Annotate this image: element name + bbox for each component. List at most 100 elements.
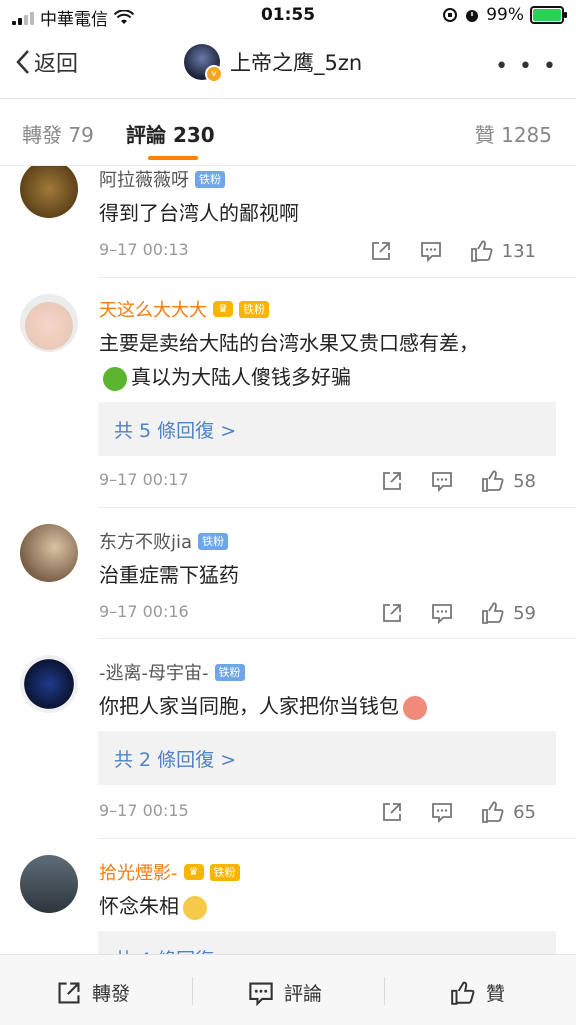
comment-actions: 59 — [381, 602, 536, 624]
like-count: 131 — [501, 240, 536, 262]
repost-button[interactable]: 轉發 — [56, 979, 130, 1006]
avatar[interactable] — [20, 655, 78, 713]
share-icon — [58, 981, 80, 1004]
comment-text: 治重症需下猛药 — [99, 563, 239, 587]
tab-likes[interactable]: 贊 1285 — [475, 119, 552, 148]
like-button[interactable]: 59 — [481, 602, 536, 624]
comment-text: 得到了台湾人的鄙视啊 — [99, 201, 299, 225]
thumbs-up-icon — [451, 981, 475, 1005]
replies-expander[interactable]: 共 2 條回復 > — [98, 731, 556, 785]
comment-meta: 9–17 00:13 131 — [99, 240, 556, 264]
reply-icon[interactable] — [431, 602, 453, 624]
comment-user[interactable]: 阿拉薇薇呀 铁粉 — [99, 166, 225, 192]
tab-comments[interactable]: 評論 230 — [126, 119, 215, 148]
frog-emoji-icon — [103, 366, 127, 391]
fan-badge: 铁粉 — [214, 663, 245, 681]
status-right: 99% — [442, 5, 567, 25]
thumbs-up-icon — [482, 801, 504, 823]
divider — [384, 977, 385, 1005]
comment-icon — [249, 981, 273, 1006]
like-button[interactable]: 58 — [481, 470, 536, 492]
reply-icon[interactable] — [431, 470, 453, 492]
share-icon[interactable] — [381, 602, 403, 624]
fan-badge: 铁粉 — [239, 300, 269, 318]
like-button[interactable]: 贊 — [450, 979, 505, 1006]
comment-text: 主要是卖给大陆的台湾水果又贵口感有差， 真以为大陆人傻钱多好骗 — [99, 326, 556, 394]
replies-expander[interactable]: 共 5 條回復 > — [98, 402, 556, 456]
battery-percent: 99% — [486, 5, 524, 25]
user-name[interactable]: 拾光煙影- — [99, 859, 178, 885]
crying-emoji-icon — [183, 895, 207, 920]
comment-label: 評論 — [284, 983, 323, 1005]
comment-actions: 131 — [370, 240, 536, 262]
comment-meta: 9–17 00:17 58 — [99, 470, 556, 494]
share-icon[interactable] — [370, 240, 392, 262]
comment-item: 拾光煙影- ♛ 铁粉 怀念朱相 共 4 條回復 > — [0, 839, 576, 954]
comment-time: 9–17 00:16 — [99, 602, 189, 621]
bottom-action-bar: 轉發 評論 贊 — [0, 954, 576, 1025]
comment-actions: 58 — [381, 470, 536, 492]
thumbs-up-icon — [470, 240, 493, 262]
rotation-lock-icon — [443, 8, 458, 22]
comment-user[interactable]: 东方不败jia 铁粉 — [99, 528, 229, 554]
thumbs-up-icon — [482, 470, 504, 492]
avatar[interactable] — [20, 855, 78, 913]
avatar[interactable] — [20, 524, 78, 582]
like-button[interactable]: 65 — [481, 801, 536, 823]
fan-badge: 铁粉 — [195, 170, 225, 188]
share-icon[interactable] — [381, 470, 403, 492]
comment-user[interactable]: -逃离-母宇宙- 铁粉 — [99, 659, 245, 685]
share-icon[interactable] — [381, 801, 403, 823]
author-avatar[interactable]: v — [184, 44, 223, 83]
comment-text: 你把人家当同胞，人家把你当钱包 — [99, 689, 556, 723]
divider — [192, 977, 193, 1005]
like-count: 58 — [513, 470, 536, 492]
avatar[interactable] — [20, 294, 78, 352]
comment-time: 9–17 00:15 — [99, 801, 189, 820]
back-label: 返回 — [34, 52, 79, 77]
comment-text-content: 你把人家当同胞，人家把你当钱包 — [99, 694, 399, 718]
battery-icon — [530, 6, 567, 24]
replies-link[interactable]: 共 5 條回復 > — [114, 416, 236, 443]
active-tab-indicator — [148, 156, 198, 160]
comment-text: 怀念朱相 — [99, 889, 556, 923]
thumbs-up-icon — [482, 602, 504, 624]
user-name[interactable]: 阿拉薇薇呀 — [99, 166, 189, 192]
replies-link[interactable]: 共 2 條回復 > — [114, 745, 236, 772]
comment-item: -逃离-母宇宙- 铁粉 你把人家当同胞，人家把你当钱包 共 2 條回復 > 9–… — [0, 639, 576, 839]
author-name[interactable]: 上帝之鹰_5zn — [230, 47, 362, 77]
comment-text-content: 怀念朱相 — [99, 894, 179, 918]
status-bar: 中華電信 01:55 99% — [0, 0, 576, 32]
comment-item: 东方不败jia 铁粉 治重症需下猛药 9–17 00:16 59 — [0, 508, 576, 639]
reply-icon[interactable] — [420, 240, 442, 262]
verified-badge-icon: v — [205, 65, 223, 83]
comment-user[interactable]: 拾光煙影- ♛ 铁粉 — [99, 859, 240, 885]
back-button[interactable]: 返回 — [16, 46, 78, 78]
comment-button[interactable]: 評論 — [248, 979, 322, 1006]
user-name[interactable]: -逃离-母宇宙- — [99, 659, 209, 685]
like-count: 59 — [513, 602, 536, 624]
tab-repost[interactable]: 轉發 79 — [22, 119, 94, 148]
comment-line-2-text: 真以为大陆人傻钱多好骗 — [131, 365, 351, 389]
more-options-icon[interactable]: • • • — [495, 54, 558, 79]
avatar[interactable] — [20, 166, 78, 218]
user-name[interactable]: 天这么大大大 — [99, 296, 207, 322]
replies-expander[interactable]: 共 4 條回復 > — [98, 931, 556, 954]
like-count: 65 — [513, 801, 536, 823]
chevron-left-icon — [16, 50, 29, 74]
replies-link[interactable]: 共 4 條回復 > — [114, 945, 236, 954]
user-name[interactable]: 东方不败jia — [99, 528, 192, 554]
comment-user[interactable]: 天这么大大大 ♛ 铁粉 — [99, 296, 269, 322]
crown-icon: ♛ — [183, 864, 204, 880]
tab-bar: 轉發 79 評論 230 贊 1285 — [0, 99, 576, 166]
comment-time: 9–17 00:17 — [99, 470, 189, 489]
reply-icon[interactable] — [431, 801, 453, 823]
like-button[interactable]: 131 — [470, 240, 536, 262]
comment-item: 阿拉薇薇呀 铁粉 得到了台湾人的鄙视啊 9–17 00:13 131 — [0, 166, 576, 278]
money-emoji-icon — [403, 695, 427, 720]
fan-badge: 铁粉 — [209, 863, 240, 881]
repost-label: 轉發 — [92, 983, 131, 1005]
post-author[interactable]: v 上帝之鹰_5zn — [184, 44, 362, 83]
fan-badge: 铁粉 — [198, 532, 229, 550]
comment-actions: 65 — [381, 801, 536, 823]
